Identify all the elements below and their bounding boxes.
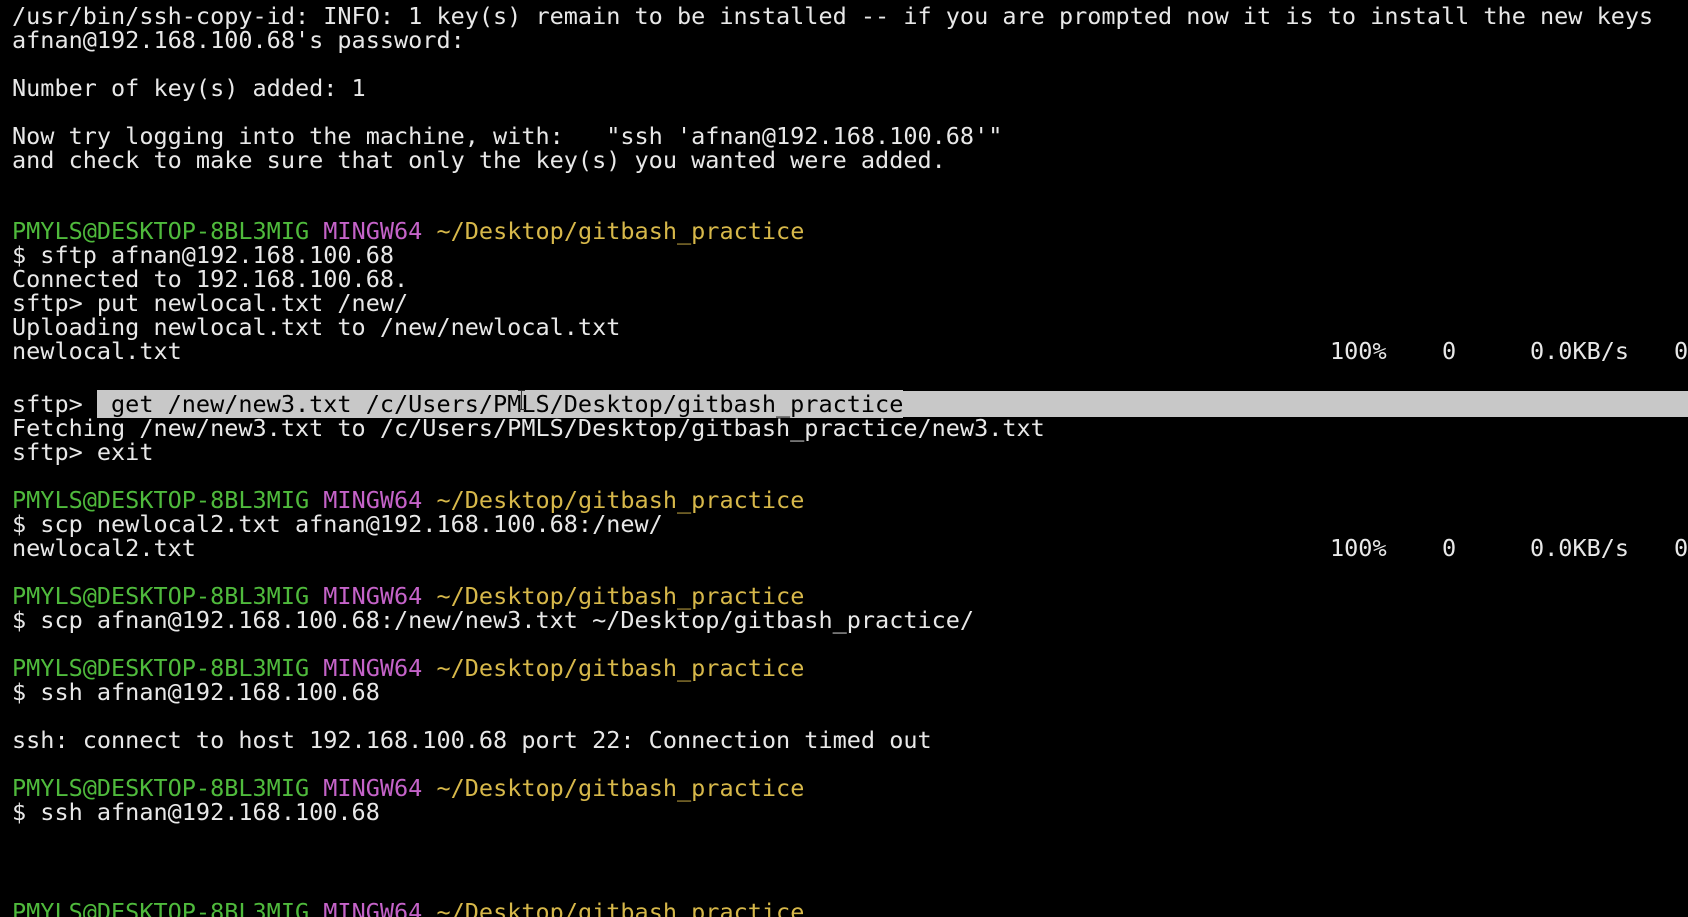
output-line: Fetching /new/new3.txt to /c/Users/PMLS/… bbox=[12, 414, 1045, 442]
transfer-percent: 100% bbox=[1330, 534, 1387, 562]
transfer-filename: newlocal.txt bbox=[12, 337, 182, 365]
transfer-eta: 0 bbox=[1674, 534, 1688, 562]
prompt-path: ~/Desktop/gitbash_practice bbox=[436, 898, 805, 917]
prompt-path: ~/Desktop/gitbash_practice bbox=[436, 217, 805, 245]
transfer-percent: 100% bbox=[1330, 337, 1387, 365]
output-line: Number of key(s) added: 1 bbox=[12, 74, 366, 102]
command-line: $ scp afnan@192.168.100.68:/new/new3.txt… bbox=[12, 606, 975, 634]
transfer-eta: 0 bbox=[1674, 337, 1688, 365]
prompt-shell: MINGW64 bbox=[323, 898, 423, 917]
transfer-rate: 0.0KB/s bbox=[1530, 337, 1630, 365]
command-line: sftp> exit bbox=[12, 438, 154, 466]
transfer-filename: newlocal2.txt bbox=[12, 534, 196, 562]
output-line: afnan@192.168.100.68's password: bbox=[12, 26, 465, 54]
prompt-path: ~/Desktop/gitbash_practice bbox=[436, 774, 805, 802]
transfer-rate: 0.0KB/s bbox=[1530, 534, 1630, 562]
command-line: $ ssh afnan@192.168.100.68 bbox=[12, 798, 380, 826]
output-line: and check to make sure that only the key… bbox=[12, 146, 946, 174]
prompt-path: ~/Desktop/gitbash_practice bbox=[436, 654, 805, 682]
shell-prompt: PMYLS@DESKTOP-8BL3MIG MINGW64 ~/Desktop/… bbox=[12, 899, 804, 917]
error-line: ssh: connect to host 192.168.100.68 port… bbox=[12, 726, 932, 754]
terminal-window[interactable]: /usr/bin/ssh-copy-id: INFO: 1 key(s) rem… bbox=[0, 0, 1688, 917]
command-line: $ ssh afnan@192.168.100.68 bbox=[12, 678, 380, 706]
text-cursor-icon bbox=[518, 390, 526, 410]
prompt-user-host: PMYLS@DESKTOP-8BL3MIG bbox=[12, 898, 310, 917]
transfer-size: 0 bbox=[1442, 337, 1457, 365]
transfer-size: 0 bbox=[1442, 534, 1457, 562]
